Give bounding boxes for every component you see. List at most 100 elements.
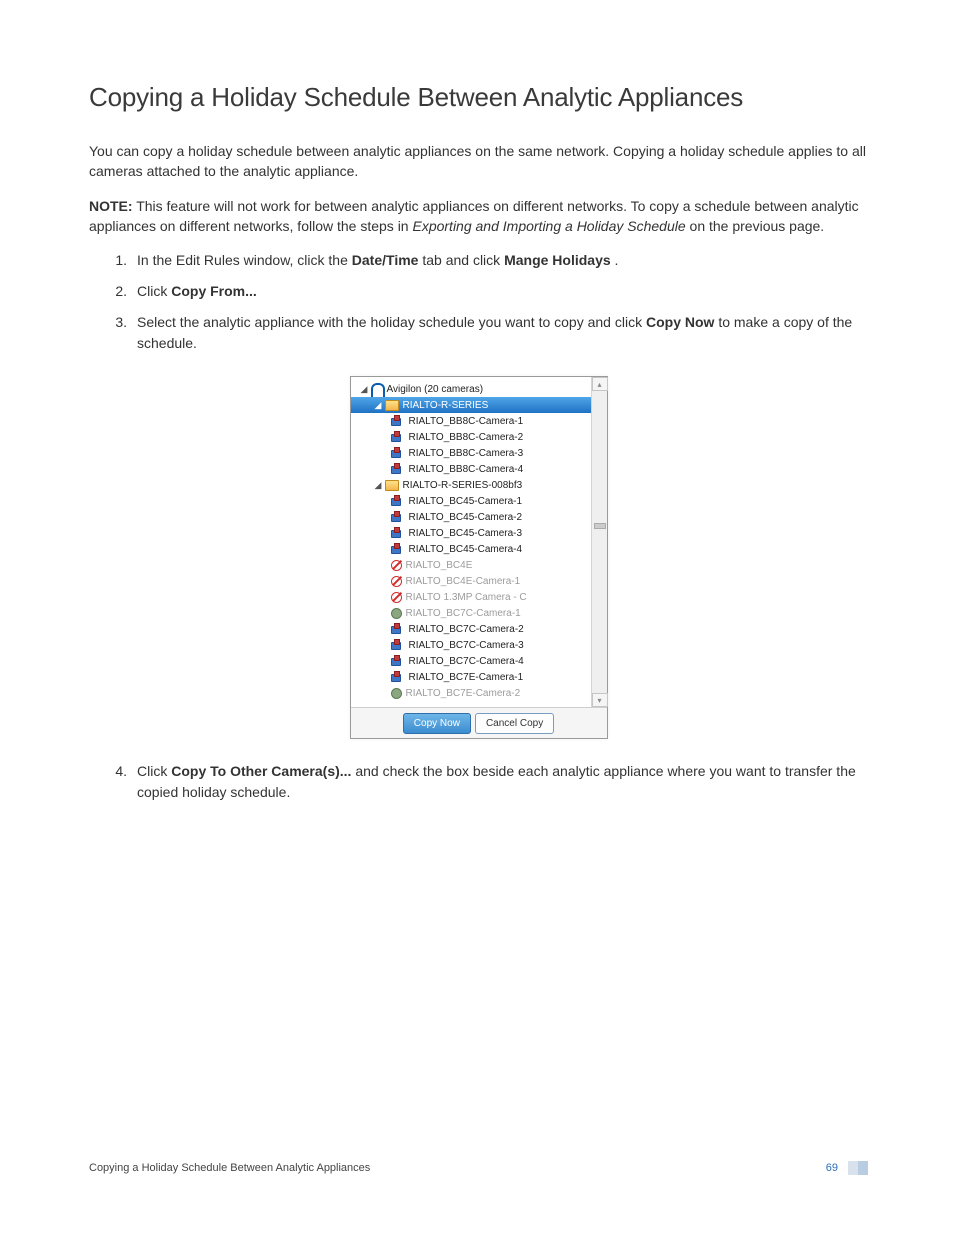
bold-text: Date/Time bbox=[352, 252, 419, 268]
step-list-cont: 4. Click Copy To Other Camera(s)... and … bbox=[89, 761, 868, 803]
tree-group-selected[interactable]: ◢ RIALTO-R-SERIES bbox=[351, 397, 591, 413]
dialog-button-bar: Copy Now Cancel Copy bbox=[351, 708, 607, 738]
camera-icon bbox=[391, 528, 405, 538]
note-label: NOTE: bbox=[89, 198, 133, 214]
camera-icon bbox=[391, 672, 405, 682]
camera-tree-pane: ◢ Avigilon (20 cameras) ◢ RIALTO-R-SERIE… bbox=[351, 377, 607, 708]
cancel-copy-button[interactable]: Cancel Copy bbox=[475, 713, 554, 734]
caret-down-icon[interactable]: ◢ bbox=[361, 384, 371, 395]
camera-icon bbox=[391, 656, 405, 666]
step-number: 4. bbox=[89, 761, 137, 803]
step-number: 3. bbox=[89, 312, 137, 354]
tree-camera[interactable]: RIALTO_BC7E-Camera-2 bbox=[351, 685, 591, 701]
tree-label: RIALTO-R-SERIES-008bf3 bbox=[399, 480, 523, 491]
footer-title: Copying a Holiday Schedule Between Analy… bbox=[89, 1162, 370, 1174]
tree-camera[interactable]: RIALTO_BB8C-Camera-1 bbox=[351, 413, 591, 429]
step-2: 2. Click Copy From... bbox=[89, 281, 868, 302]
tree-label: RIALTO_BC45-Camera-2 bbox=[405, 512, 523, 523]
footer-decoration-icon bbox=[848, 1161, 868, 1175]
scrollbar[interactable]: ▴ ▾ bbox=[591, 377, 607, 707]
tree-camera[interactable]: RIALTO_BC45-Camera-3 bbox=[351, 525, 591, 541]
camera-icon bbox=[391, 640, 405, 650]
tree-label: RIALTO_BB8C-Camera-3 bbox=[405, 448, 524, 459]
copy-dialog: ◢ Avigilon (20 cameras) ◢ RIALTO-R-SERIE… bbox=[350, 376, 608, 739]
tree-label: RIALTO_BC7C-Camera-2 bbox=[405, 624, 524, 635]
tree-label: RIALTO_BC7E-Camera-2 bbox=[402, 688, 521, 699]
tree-label: Avigilon (20 cameras) bbox=[383, 384, 484, 395]
note-em: Exporting and Importing a Holiday Schedu… bbox=[412, 218, 685, 234]
tree-camera[interactable]: RIALTO_BB8C-Camera-4 bbox=[351, 461, 591, 477]
tree-camera[interactable]: RIALTO_BC7C-Camera-4 bbox=[351, 653, 591, 669]
caret-down-icon[interactable]: ◢ bbox=[375, 480, 385, 491]
note-paragraph: NOTE: This feature will not work for bet… bbox=[89, 196, 868, 237]
tree-group[interactable]: ◢ RIALTO-R-SERIES-008bf3 bbox=[351, 477, 591, 493]
folder-open-icon bbox=[385, 480, 399, 491]
status-dot-icon bbox=[391, 688, 402, 699]
tree-label: RIALTO_BB8C-Camera-4 bbox=[405, 464, 524, 475]
step-4: 4. Click Copy To Other Camera(s)... and … bbox=[89, 761, 868, 803]
avigilon-logo-icon bbox=[371, 383, 383, 396]
bold-text: Mange Holidays bbox=[504, 252, 611, 268]
text: Select the analytic appliance with the h… bbox=[137, 314, 646, 330]
tree-label: RIALTO_BC7C-Camera-3 bbox=[405, 640, 524, 651]
text: Click bbox=[137, 763, 171, 779]
page-heading: Copying a Holiday Schedule Between Analy… bbox=[89, 82, 868, 113]
camera-icon bbox=[391, 432, 405, 442]
tree-label: RIALTO 1.3MP Camera - C bbox=[402, 592, 527, 603]
scroll-up-icon[interactable]: ▴ bbox=[592, 377, 608, 391]
tree-camera[interactable]: RIALTO_BC7C-Camera-1 bbox=[351, 605, 591, 621]
camera-icon bbox=[391, 464, 405, 474]
camera-icon bbox=[391, 512, 405, 522]
tree-camera[interactable]: RIALTO_BB8C-Camera-3 bbox=[351, 445, 591, 461]
tree-label: RIALTO_BC7E-Camera-1 bbox=[405, 672, 524, 683]
tree-label: RIALTO_BC7C-Camera-1 bbox=[402, 608, 521, 619]
blocked-icon bbox=[391, 560, 402, 571]
tree-label: RIALTO_BC45-Camera-1 bbox=[405, 496, 523, 507]
camera-icon bbox=[391, 416, 405, 426]
tree-camera[interactable]: RIALTO_BB8C-Camera-2 bbox=[351, 429, 591, 445]
folder-open-icon bbox=[385, 400, 399, 411]
step-1: 1. In the Edit Rules window, click the D… bbox=[89, 250, 868, 271]
tree-camera[interactable]: RIALTO_BC4E-Camera-1 bbox=[351, 573, 591, 589]
step-number: 1. bbox=[89, 250, 137, 271]
tree-label: RIALTO_BC7C-Camera-4 bbox=[405, 656, 524, 667]
tree-label: RIALTO_BC4E-Camera-1 bbox=[402, 576, 521, 587]
blocked-icon bbox=[391, 576, 402, 587]
caret-down-icon[interactable]: ◢ bbox=[375, 400, 385, 411]
camera-icon bbox=[391, 624, 405, 634]
copy-now-button[interactable]: Copy Now bbox=[403, 713, 471, 734]
text: Click bbox=[137, 283, 171, 299]
screenshot-figure: ◢ Avigilon (20 cameras) ◢ RIALTO-R-SERIE… bbox=[89, 364, 868, 761]
tree-label: RIALTO_BC4E bbox=[402, 560, 473, 571]
tree-camera[interactable]: RIALTO 1.3MP Camera - C bbox=[351, 589, 591, 605]
bold-text: Copy Now bbox=[646, 314, 714, 330]
tree-label: RIALTO_BB8C-Camera-1 bbox=[405, 416, 524, 427]
scroll-down-icon[interactable]: ▾ bbox=[592, 693, 608, 707]
tree-camera[interactable]: RIALTO_BC45-Camera-1 bbox=[351, 493, 591, 509]
note-text-b: on the previous page. bbox=[690, 218, 825, 234]
step-3: 3. Select the analytic appliance with th… bbox=[89, 312, 868, 354]
bold-text: Copy To Other Camera(s)... bbox=[171, 763, 351, 779]
bold-text: Copy From... bbox=[171, 283, 257, 299]
blocked-icon bbox=[391, 592, 402, 603]
step-number: 2. bbox=[89, 281, 137, 302]
tree-camera[interactable]: RIALTO_BC7C-Camera-2 bbox=[351, 621, 591, 637]
status-dot-icon bbox=[391, 608, 402, 619]
tree-camera[interactable]: RIALTO_BC4E bbox=[351, 557, 591, 573]
page-footer: Copying a Holiday Schedule Between Analy… bbox=[89, 1161, 868, 1175]
tree-root[interactable]: ◢ Avigilon (20 cameras) bbox=[351, 381, 591, 397]
page-number: 69 bbox=[826, 1162, 838, 1174]
tree-camera[interactable]: RIALTO_BC45-Camera-2 bbox=[351, 509, 591, 525]
tree-camera[interactable]: RIALTO_BC7E-Camera-1 bbox=[351, 669, 591, 685]
camera-icon bbox=[391, 448, 405, 458]
tree-camera[interactable]: RIALTO_BC45-Camera-4 bbox=[351, 541, 591, 557]
text: . bbox=[615, 252, 619, 268]
text: In the Edit Rules window, click the bbox=[137, 252, 352, 268]
step-list: 1. In the Edit Rules window, click the D… bbox=[89, 250, 868, 354]
tree-camera[interactable]: RIALTO_BC7C-Camera-3 bbox=[351, 637, 591, 653]
tree-label: RIALTO-R-SERIES bbox=[399, 400, 489, 411]
text: tab and click bbox=[422, 252, 504, 268]
tree-label: RIALTO_BC45-Camera-4 bbox=[405, 544, 523, 555]
scrollbar-thumb[interactable] bbox=[594, 523, 606, 529]
tree-label: RIALTO_BB8C-Camera-2 bbox=[405, 432, 524, 443]
